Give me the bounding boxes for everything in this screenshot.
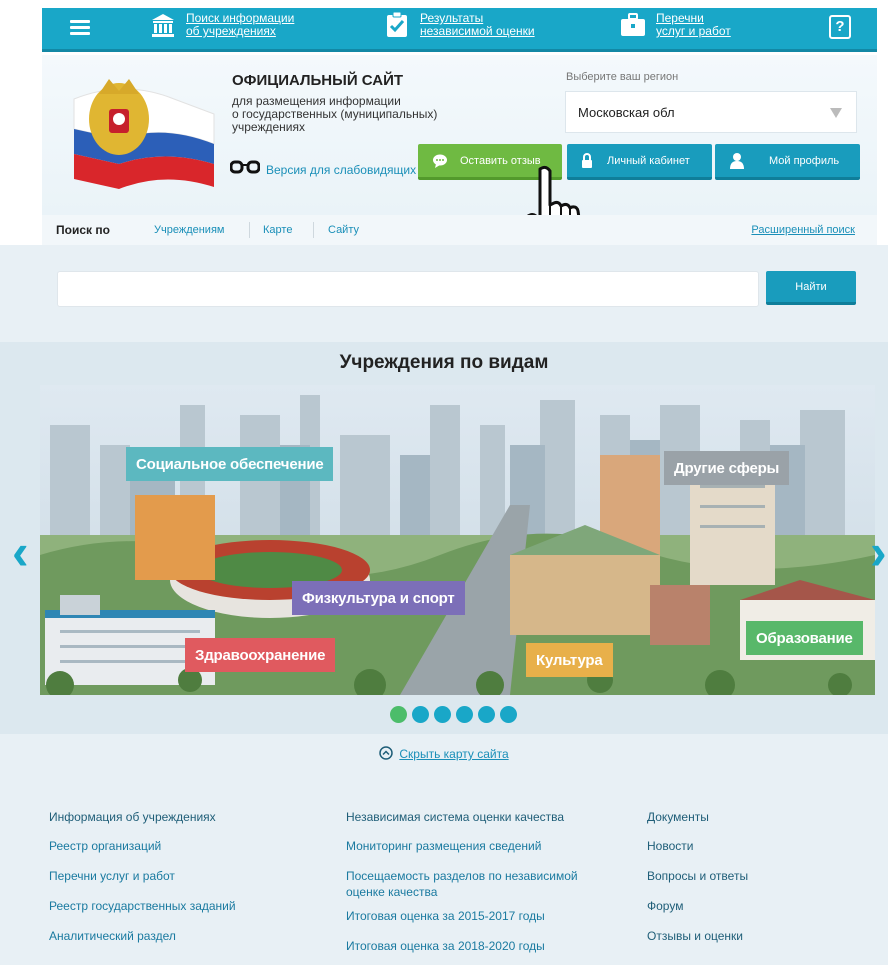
carousel-dot[interactable] — [456, 706, 473, 723]
sitemap-column-institutions: Информация об учреждениях Реестр организ… — [49, 810, 236, 958]
carousel-dot[interactable] — [434, 706, 451, 723]
nav-label-line: независимой оценки — [420, 24, 535, 38]
divider — [313, 222, 314, 238]
sitemap-link[interactable]: Реестр государственных заданий — [49, 898, 236, 914]
category-other[interactable]: Другие сферы — [664, 451, 790, 485]
search-input[interactable] — [57, 271, 759, 307]
search-by-row: Поиск по Учреждениям Карте Сайту Расшире… — [42, 215, 877, 245]
carousel-dot[interactable] — [390, 706, 407, 723]
search-by-label: Поиск по — [56, 223, 110, 237]
search-by-institutions[interactable]: Учреждениям — [154, 224, 224, 236]
nav-lists[interactable]: Перечни услуг и работ — [620, 12, 731, 38]
sitemap-link[interactable]: Перечни услуг и работ — [49, 868, 236, 884]
sitemap-column-quality: Независимая система оценки качества Мони… — [346, 810, 596, 965]
sitemap-link[interactable]: Форум — [647, 898, 748, 914]
nav-label-line: услуг и работ — [656, 24, 731, 38]
personal-cabinet-label: Личный кабинет — [607, 154, 690, 167]
sitemap-link[interactable]: Мониторинг размещения сведений — [346, 838, 596, 854]
sitemap-link[interactable]: Аналитический раздел — [49, 928, 236, 944]
sitemap-link[interactable]: Новости — [647, 838, 748, 854]
category-social-security[interactable]: Социальное обеспечение — [126, 447, 334, 481]
sitemap: Информация об учреждениях Реестр организ… — [0, 774, 888, 965]
search-band: Найти — [0, 245, 888, 342]
nav-results[interactable]: Результаты независимой оценки — [384, 12, 535, 38]
site-header: ОФИЦИАЛЬНЫЙ САЙТ для размещения информац… — [42, 55, 877, 253]
low-vision-label: Версия для слабовидящих — [266, 162, 417, 177]
speech-bubble-icon — [430, 151, 450, 171]
carousel-dot[interactable] — [412, 706, 429, 723]
category-sports[interactable]: Физкультура и спорт — [292, 581, 465, 615]
category-education[interactable]: Образование — [746, 621, 863, 655]
search-button[interactable]: Найти — [766, 271, 856, 305]
building-columns-icon — [150, 12, 176, 38]
carousel-dot[interactable] — [478, 706, 495, 723]
sitemap-link[interactable]: Итоговая оценка за 2015-2017 годы — [346, 908, 596, 924]
my-profile-button[interactable]: Мой профиль — [715, 144, 860, 180]
top-navigation-bar: Поиск информации об учреждениях Результат… — [42, 8, 877, 52]
carousel-title: Учреждения по видам — [339, 352, 549, 373]
menu-icon[interactable] — [70, 20, 90, 36]
hide-sitemap-label: Скрыть карту сайта — [399, 747, 509, 761]
sitemap-column-heading[interactable]: Документы — [647, 810, 748, 824]
category-culture[interactable]: Культура — [526, 643, 613, 677]
glasses-icon — [229, 160, 261, 179]
site-subtitle: для размещения информации о государствен… — [232, 95, 492, 134]
sitemap-column-heading[interactable]: Независимая система оценки качества — [346, 810, 596, 824]
russian-coat-of-arms-logo — [64, 69, 224, 199]
region-value: Московская обл — [578, 104, 675, 120]
search-by-site[interactable]: Сайту — [328, 224, 359, 236]
sitemap-link[interactable]: Вопросы и ответы — [647, 868, 748, 884]
search-by-map[interactable]: Карте — [263, 224, 292, 236]
chevron-up-circle-icon — [379, 745, 394, 763]
carousel-prev-arrow[interactable]: ‹ — [12, 527, 29, 577]
chevron-down-icon — [830, 108, 842, 118]
city-illustration: Социальное обеспечение Другие сферы Физк… — [40, 385, 875, 701]
nav-label-line: об учреждениях — [186, 24, 276, 38]
site-title: ОФИЦИАЛЬНЫЙ САЙТ — [232, 72, 404, 89]
region-select[interactable]: Московская обл — [565, 91, 857, 133]
category-healthcare[interactable]: Здравоохранение — [185, 638, 336, 672]
my-profile-label: Мой профиль — [769, 154, 840, 167]
region-label: Выберите ваш регион — [566, 71, 679, 83]
sitemap-column-heading[interactable]: Информация об учреждениях — [49, 810, 236, 824]
sitemap-link[interactable]: Посещаемость разделов по независимой оце… — [346, 868, 596, 900]
subtitle-line: учреждениях — [232, 120, 305, 134]
sitemap-link[interactable]: Итоговая оценка за 2018-2020 годы — [346, 938, 596, 954]
sitemap-link[interactable]: Реестр организаций — [49, 838, 236, 854]
divider — [249, 222, 250, 238]
advanced-search-link[interactable]: Расширенный поиск — [751, 224, 855, 236]
carousel-next-arrow[interactable]: › — [870, 527, 887, 577]
institution-types-carousel: Учреждения по видам Социальное обеспечен… — [0, 342, 888, 734]
sitemap-link[interactable]: Отзывы и оценки — [647, 928, 748, 944]
user-icon — [727, 151, 747, 171]
hide-sitemap-toggle[interactable]: Скрыть карту сайта — [0, 734, 888, 774]
nav-search-info[interactable]: Поиск информации об учреждениях — [150, 12, 294, 38]
sitemap-column-other: Документы Новости Вопросы и ответы Форум… — [647, 810, 748, 958]
carousel-dot[interactable] — [500, 706, 517, 723]
briefcase-icon — [620, 12, 646, 38]
clipboard-check-icon — [384, 12, 410, 38]
carousel-dots — [390, 706, 522, 723]
help-button[interactable]: ? — [829, 15, 851, 39]
low-vision-link[interactable]: Версия для слабовидящих — [229, 160, 417, 179]
